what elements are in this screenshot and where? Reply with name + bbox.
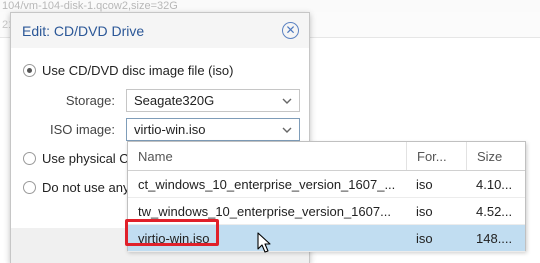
row-format: iso — [416, 230, 433, 246]
storage-label: Storage: — [65, 93, 115, 108]
row-size: 148.... — [476, 230, 513, 246]
option-physical-label: Use physical C — [42, 151, 129, 166]
chevron-down-icon[interactable] — [281, 124, 293, 136]
mouse-pointer-icon — [257, 232, 271, 253]
table-row-selected[interactable]: virtio-win.iso iso 148.... — [128, 225, 525, 252]
option-none-label: Do not use any — [42, 180, 130, 195]
storage-value: Seagate320G — [134, 93, 215, 108]
dialog-title: Edit: CD/DVD Drive — [22, 22, 145, 39]
row-size: 4.10... — [476, 176, 513, 192]
close-icon[interactable]: ✕ — [282, 22, 299, 39]
iso-image-label: ISO image: — [49, 122, 115, 137]
table-row[interactable]: tw_windows_10_enterprise_version_1607...… — [128, 198, 525, 225]
chevron-down-icon[interactable] — [281, 95, 293, 107]
row-name: ct_windows_10_enterprise_version_1607_..… — [138, 176, 396, 192]
row-name: tw_windows_10_enterprise_version_1607... — [138, 203, 391, 219]
iso-image-value: virtio-win.iso — [134, 122, 206, 137]
radio-no-media[interactable] — [23, 181, 36, 194]
column-header-name[interactable]: Name — [128, 142, 406, 170]
radio-iso[interactable] — [23, 64, 36, 77]
iso-dropdown-grid: Name For... Size ct_windows_10_enterpris… — [127, 141, 526, 252]
table-row[interactable]: ct_windows_10_enterprise_version_1607_..… — [128, 171, 525, 198]
column-header-size[interactable]: Size — [466, 142, 525, 170]
iso-image-select[interactable]: virtio-win.iso — [126, 118, 300, 141]
option-no-media[interactable]: Do not use any — [23, 180, 129, 195]
option-use-iso[interactable]: Use CD/DVD disc image file (iso) — [23, 63, 233, 78]
option-iso-label: Use CD/DVD disc image file (iso) — [42, 63, 234, 78]
radio-physical[interactable] — [23, 152, 36, 165]
option-use-physical[interactable]: Use physical C — [23, 151, 129, 166]
row-name: virtio-win.iso — [138, 230, 210, 246]
grid-header: Name For... Size — [128, 142, 525, 171]
row-format: iso — [416, 176, 433, 192]
background-disk-path: 104/vm-104-disk-1.qcow2,size=32G — [0, 0, 540, 12]
row-size: 4.52... — [476, 203, 513, 219]
dialog-header: Edit: CD/DVD Drive ✕ — [11, 13, 309, 48]
column-header-format[interactable]: For... — [406, 142, 466, 170]
storage-select[interactable]: Seagate320G — [126, 89, 300, 112]
row-format: iso — [416, 203, 433, 219]
